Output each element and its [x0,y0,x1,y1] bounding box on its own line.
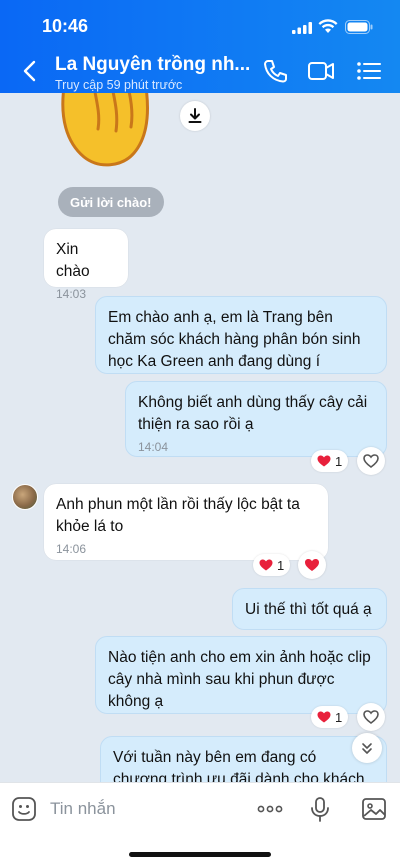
home-indicator [129,852,271,857]
message-text: Anh phun một lần rồi thấy lộc bật ta khỏ… [56,496,300,535]
chat-title[interactable]: La Nguyên trồng nh... [55,54,250,76]
download-button[interactable] [180,101,210,131]
phone-icon[interactable] [261,58,289,84]
reaction-count-value: 1 [277,557,285,573]
last-seen-status: Truy cập 59 phút trước [55,78,183,92]
react-button[interactable] [357,703,385,731]
message-bubble-incoming[interactable]: Anh phun một lần rồi thấy lộc bật ta khỏ… [44,484,328,560]
chat-header: 10:46 La Nguyên trồng nh... Truy cập 59 … [0,0,400,93]
sticker-emoji-icon[interactable] [10,795,38,823]
heart-icon [305,559,319,571]
double-chevron-down-icon [362,743,372,754]
message-bubble-outgoing[interactable]: Không biết anh dùng thấy cây cải thiện r… [125,381,387,457]
battery-icon [345,20,373,34]
reaction-count-value: 1 [335,453,343,469]
heart-outline-icon [363,710,379,724]
video-call-icon[interactable] [307,58,335,84]
message-bubble-incoming[interactable]: Xin chào 14:03 [44,229,128,301]
react-button[interactable] [357,447,385,475]
wifi-icon [318,19,338,33]
heart-outline-icon [363,454,379,468]
download-icon [188,108,202,123]
menu-list-icon[interactable] [355,58,383,84]
contact-avatar[interactable] [12,484,38,510]
message-text: Không biết anh dùng thấy cây cải thiện r… [138,394,368,433]
reaction-count[interactable]: 1 [311,706,349,728]
back-icon[interactable] [20,60,40,82]
message-input[interactable]: Tin nhắn [50,799,116,819]
signal-icon [292,22,312,34]
heart-icon [317,455,331,467]
message-bubble-outgoing[interactable]: Với tuần này bên em đang có chương trình… [100,736,387,782]
message-text: Xin chào [56,241,90,280]
status-time: 10:46 [42,16,89,36]
reaction-count-value: 1 [335,709,343,725]
reaction-count[interactable]: 1 [253,554,291,576]
message-text: Nào tiện anh cho em xin ảnh hoặc clip câ… [108,649,371,710]
more-icon[interactable] [256,795,284,823]
reaction-count[interactable]: 1 [311,450,349,472]
greeting-chip[interactable]: Gửi lời chào! [58,187,164,217]
status-bar: 10:46 [0,14,400,40]
message-text: Với tuần này bên em đang có chương trình… [113,749,365,782]
message-bubble-outgoing[interactable]: Ui thế thì tốt quá ạ [232,588,387,630]
message-bubble-outgoing[interactable]: Em chào anh ạ, em là Trang bên chăm sóc … [95,296,387,374]
react-button-active[interactable] [298,551,326,579]
message-text: Em chào anh ạ, em là Trang bên chăm sóc … [108,309,361,370]
message-bubble-outgoing[interactable]: Nào tiện anh cho em xin ảnh hoặc clip câ… [95,636,387,714]
microphone-icon[interactable] [306,795,334,823]
heart-icon [317,711,331,723]
message-text: Ui thế thì tốt quá ạ [245,601,372,618]
image-gallery-icon[interactable] [360,795,388,823]
heart-icon [259,559,273,571]
waving-hand-sticker[interactable] [54,93,154,173]
chat-messages-area[interactable]: Gửi lời chào! Xin chào 14:03 Em chào anh… [0,93,400,782]
scroll-to-bottom-button[interactable] [352,733,382,763]
